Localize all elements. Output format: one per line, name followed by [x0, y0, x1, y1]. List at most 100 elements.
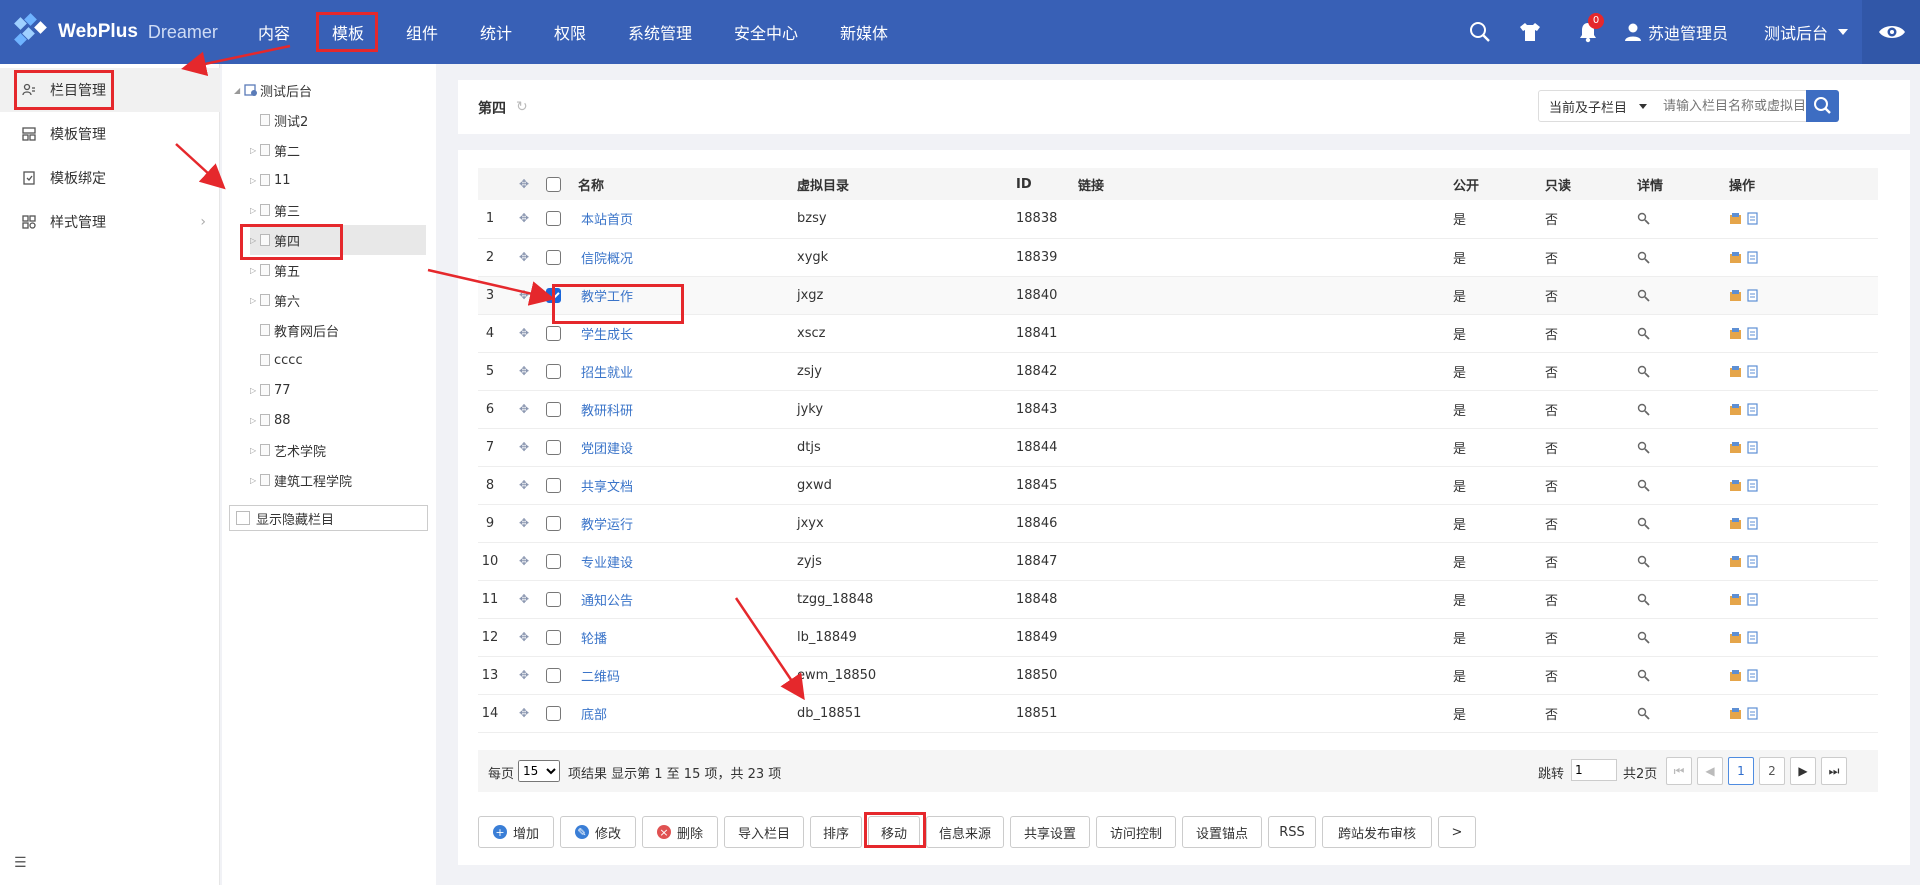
row-checkbox[interactable] [546, 553, 561, 569]
tree-node[interactable]: ▷ 77 [250, 375, 291, 405]
column-settings-icon[interactable] [1746, 668, 1759, 682]
table-row[interactable]: 12 ✥ 轮播 lb_18849 18849 是否 [478, 618, 1878, 657]
row-checkbox-cell[interactable] [546, 656, 578, 695]
row-drag-cell[interactable]: ✥ [502, 618, 546, 657]
row-checkbox[interactable] [546, 667, 561, 683]
drag-handle-icon[interactable]: ✥ [519, 364, 529, 378]
sidebar-item-template-manage[interactable]: 模板管理 [0, 112, 220, 156]
nav-security[interactable]: 安全中心 [728, 0, 804, 64]
column-name-link[interactable]: 教学工作 [578, 276, 797, 315]
access-control-button[interactable]: 访问控制 [1096, 816, 1176, 848]
site-dropdown-caret-icon[interactable] [1838, 29, 1848, 35]
column-settings-icon[interactable] [1746, 592, 1759, 606]
tree-expand-icon[interactable]: ▷ [250, 236, 260, 245]
detail-magnifier-icon[interactable] [1637, 441, 1650, 454]
table-row[interactable]: 13 ✥ 二维码 ewm_18850 18850 是否 [478, 656, 1878, 695]
detail-magnifier-icon[interactable] [1637, 631, 1650, 644]
column-name-link[interactable]: 学生成长 [578, 314, 797, 353]
drag-handle-icon[interactable]: ✥ [519, 478, 529, 492]
column-name-link[interactable]: 招生就业 [578, 352, 797, 391]
sidebar-item-template-bind[interactable]: 模板绑定 [0, 156, 220, 200]
drag-handle-icon[interactable]: ✥ [519, 250, 529, 264]
drag-handle-icon[interactable]: ✥ [519, 440, 529, 454]
row-drag-cell[interactable]: ✥ [502, 504, 546, 543]
delete-button[interactable]: × 删除 [642, 816, 718, 848]
column-settings-icon[interactable] [1746, 440, 1759, 454]
drag-handle-icon[interactable]: ✥ [519, 630, 529, 644]
cross-site-publish-review-button[interactable]: 跨站发布审核 [1322, 816, 1432, 848]
row-checkbox[interactable] [546, 439, 561, 455]
edit-column-icon[interactable] [1729, 327, 1742, 340]
theme-shirt-icon[interactable] [1518, 20, 1542, 44]
column-settings-icon[interactable] [1746, 554, 1759, 568]
import-column-button[interactable]: 导入栏目 [724, 816, 804, 848]
column-name-link[interactable]: 二维码 [578, 656, 797, 695]
page-button[interactable]: 2 [1759, 757, 1785, 785]
column-header-link[interactable]: 链接 [1078, 168, 1453, 200]
nav-content[interactable]: 内容 [252, 0, 296, 64]
tree-node[interactable]: ▷ 艺术学院 [250, 435, 326, 465]
column-name-link[interactable]: 专业建设 [578, 542, 797, 581]
table-row[interactable]: 1 ✥ 本站首页 bzsy 18838 是否 [478, 200, 1878, 239]
column-settings-icon[interactable] [1746, 478, 1759, 492]
rss-button[interactable]: RSS [1268, 816, 1316, 848]
row-checkbox[interactable] [546, 705, 561, 721]
column-settings-icon[interactable] [1746, 212, 1759, 225]
search-input[interactable] [1655, 90, 1807, 122]
column-settings-icon[interactable] [1746, 288, 1759, 302]
row-checkbox-cell[interactable] [546, 238, 578, 277]
detail-magnifier-icon[interactable] [1637, 555, 1650, 568]
table-row[interactable]: 6 ✥ 教研科研 jyky 18843 是否 [478, 390, 1878, 429]
tree-node[interactable]: ▷ 11 [250, 165, 291, 195]
detail-magnifier-icon[interactable] [1637, 251, 1650, 264]
tree-node[interactable]: cccc [250, 345, 303, 375]
row-checkbox-cell[interactable] [546, 542, 578, 581]
row-drag-cell[interactable]: ✥ [502, 200, 546, 239]
info-source-button[interactable]: 信息来源 [926, 816, 1004, 848]
logo[interactable]: WebPlus Dreamer [14, 13, 218, 50]
nav-template[interactable]: 模板 [320, 0, 376, 64]
column-header-name[interactable]: 名称 [578, 168, 797, 200]
per-page-select[interactable]: 15 [518, 760, 560, 782]
tree-expand-icon[interactable]: ▷ [250, 416, 260, 425]
column-settings-icon[interactable] [1746, 402, 1759, 416]
column-name-link[interactable]: 教研科研 [578, 390, 797, 429]
table-row[interactable]: 11 ✥ 通知公告 tzgg_18848 18848 是否 [478, 580, 1878, 619]
table-row[interactable]: 3 ✥ 教学工作 jxgz 18840 是否 [478, 276, 1878, 315]
column-name-link[interactable]: 信院概况 [578, 238, 797, 277]
row-drag-cell[interactable]: ✥ [502, 694, 546, 733]
row-checkbox-cell[interactable] [546, 428, 578, 467]
column-name-link[interactable]: 教学运行 [578, 504, 797, 543]
add-button[interactable]: + 增加 [478, 816, 554, 848]
nav-statistics[interactable]: 统计 [474, 0, 518, 64]
jump-page-input[interactable] [1571, 759, 1617, 781]
row-drag-cell[interactable]: ✥ [502, 466, 546, 505]
row-drag-cell[interactable]: ✥ [502, 580, 546, 619]
sidebar-item-style-manage[interactable]: 样式管理 › [0, 200, 220, 244]
detail-magnifier-icon[interactable] [1637, 479, 1650, 492]
edit-column-icon[interactable] [1729, 593, 1742, 606]
show-hidden-checkbox[interactable] [236, 511, 250, 525]
tree-root[interactable]: ◢ 测试后台 [234, 75, 312, 105]
column-settings-icon[interactable] [1746, 516, 1759, 530]
prev-page-button[interactable]: ◀ [1697, 757, 1723, 785]
select-all-checkbox[interactable] [546, 176, 561, 192]
detail-magnifier-icon[interactable] [1637, 707, 1650, 720]
column-settings-icon[interactable] [1746, 630, 1759, 644]
tree-expand-icon[interactable]: ▷ [250, 176, 260, 185]
row-checkbox[interactable] [546, 249, 561, 265]
row-drag-cell[interactable]: ✥ [502, 314, 546, 353]
move-button[interactable]: 移动 [868, 816, 920, 848]
detail-magnifier-icon[interactable] [1637, 403, 1650, 416]
column-header-id[interactable]: ID [1016, 168, 1078, 200]
detail-magnifier-icon[interactable] [1637, 327, 1650, 340]
edit-column-icon[interactable] [1729, 403, 1742, 416]
tree-expand-icon[interactable]: ▷ [250, 266, 260, 275]
collapse-sidebar-icon[interactable]: ☰ [14, 855, 27, 871]
search-icon[interactable] [1468, 20, 1492, 44]
column-settings-icon[interactable] [1746, 326, 1759, 340]
edit-column-icon[interactable] [1729, 555, 1742, 568]
row-checkbox-cell[interactable] [546, 314, 578, 353]
edit-column-icon[interactable] [1729, 707, 1742, 720]
row-checkbox-cell[interactable] [546, 580, 578, 619]
